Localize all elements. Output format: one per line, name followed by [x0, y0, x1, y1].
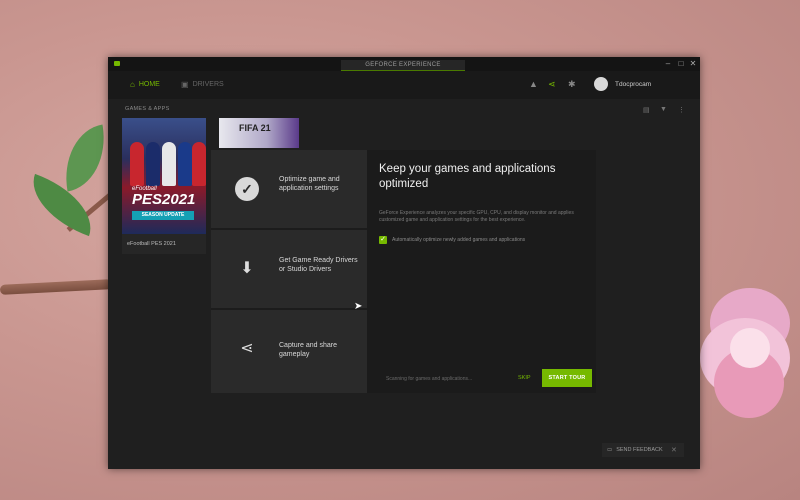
- title-bar: GEFORCE EXPERIENCE – □ ✕: [108, 57, 700, 71]
- auto-optimize-checkbox[interactable]: ✓: [379, 236, 387, 244]
- game-title[interactable]: eFootball PES 2021: [122, 234, 206, 254]
- feedback-label: SEND FEEDBACK: [616, 447, 663, 453]
- auto-optimize-label[interactable]: Automatically optimize newly added games…: [392, 237, 525, 243]
- home-icon: ⌂: [130, 80, 135, 89]
- onboarding-dialog: Keep your games and applications optimiz…: [367, 150, 596, 393]
- feature-optimize: ✓ Optimize game and application settings: [211, 150, 367, 230]
- more-options-icon[interactable]: ⋮: [678, 106, 685, 114]
- share-icon[interactable]: ⋖: [548, 79, 556, 90]
- grid-view-icon[interactable]: ▤: [643, 106, 650, 114]
- onboarding-features-panel: ✓ Optimize game and application settings…: [211, 150, 367, 393]
- share-icon: ⋖: [240, 340, 254, 357]
- mouse-cursor-icon: ➤: [354, 301, 363, 312]
- feature-label: Capture and share gameplay: [279, 342, 337, 358]
- geforce-experience-window: GEFORCE EXPERIENCE – □ ✕ ⌂ HOME ▣ DRIVER…: [108, 57, 700, 469]
- feature-drivers: ⬇ Get Game Ready Drivers or Studio Drive…: [211, 230, 367, 310]
- check-circle-icon: ✓: [235, 177, 259, 201]
- tab-drivers[interactable]: ▣ DRIVERS: [181, 80, 224, 89]
- app-brand: GEFORCE EXPERIENCE: [341, 60, 465, 71]
- dialog-title: Keep your games and applications optimiz…: [379, 163, 556, 190]
- feature-label: Get Game Ready Drivers or Studio Drivers: [279, 257, 358, 273]
- feature-label: Optimize game and application settings: [279, 176, 340, 192]
- nvidia-logo-icon: [114, 61, 120, 66]
- minimize-icon[interactable]: –: [663, 59, 673, 69]
- scanning-status: Scanning for games and applications...: [386, 376, 473, 382]
- notification-icon[interactable]: ▲: [529, 79, 538, 89]
- close-icon[interactable]: ✕: [688, 59, 698, 69]
- skip-button[interactable]: SKIP: [518, 375, 531, 381]
- download-icon: ⬇: [240, 260, 254, 277]
- section-label: GAMES & APPS: [125, 106, 170, 112]
- tab-home-label: HOME: [138, 81, 160, 88]
- start-tour-button[interactable]: START TOUR: [542, 369, 592, 387]
- gear-icon[interactable]: ✱: [568, 79, 576, 90]
- game-art-title: PES2021: [132, 191, 196, 208]
- username[interactable]: Tdocprocam: [615, 81, 651, 88]
- filter-icon[interactable]: ▼: [660, 106, 667, 113]
- game-art-title: FIFA 21: [239, 123, 271, 133]
- close-icon[interactable]: ✕: [671, 446, 677, 454]
- tab-home[interactable]: ⌂ HOME: [130, 80, 160, 89]
- wallpaper-leaf: [57, 124, 113, 192]
- wallpaper-leaf: [21, 173, 103, 237]
- game-card-pes2021[interactable]: eFootball PES2021 SEASON UPDATE: [122, 118, 206, 234]
- tab-drivers-label: DRIVERS: [192, 81, 224, 88]
- game-art-banner: SEASON UPDATE: [132, 211, 194, 220]
- feedback-icon: ▭: [607, 447, 613, 453]
- game-card-fifa21[interactable]: FIFA 21: [219, 118, 299, 148]
- wallpaper-rose-stem: [0, 279, 113, 295]
- avatar[interactable]: [594, 77, 608, 91]
- drivers-icon: ▣: [181, 80, 189, 89]
- dialog-description: GeForce Experience analyzes your specifi…: [379, 210, 574, 223]
- maximize-icon[interactable]: □: [676, 59, 686, 69]
- wallpaper-pink-rose: [700, 288, 800, 448]
- top-nav: ⌂ HOME ▣ DRIVERS ▲ ⋖ ✱ Tdocprocam: [108, 71, 700, 99]
- feature-share: ⋖ Capture and share gameplay: [211, 310, 367, 388]
